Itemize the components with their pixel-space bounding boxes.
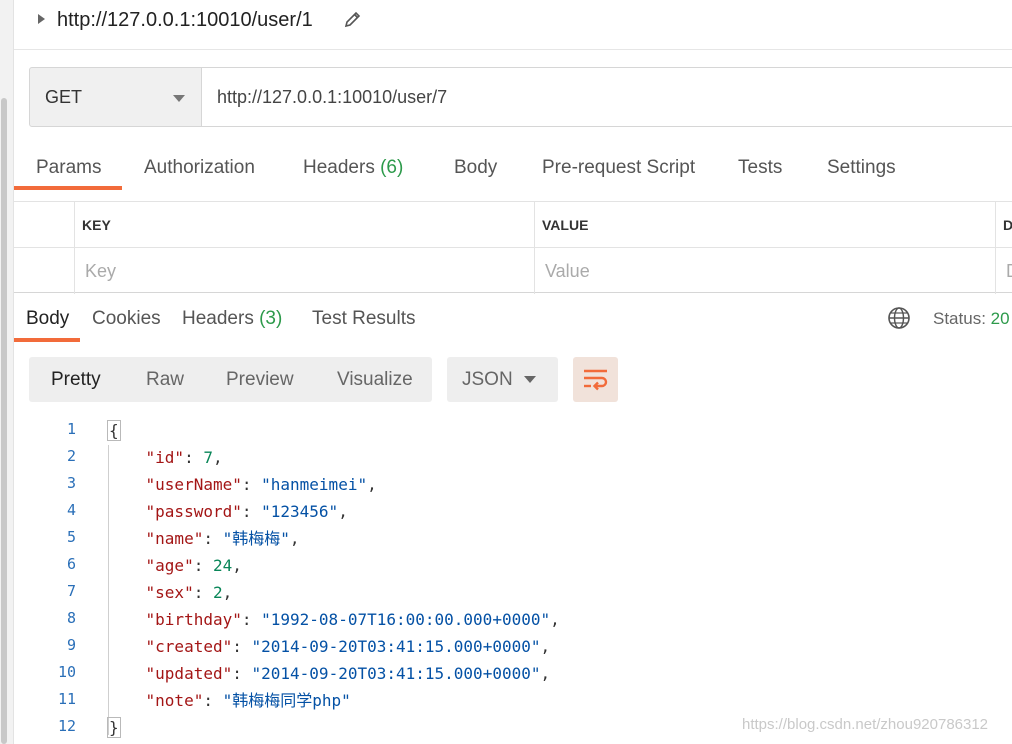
format-select[interactable]: JSON xyxy=(447,357,558,402)
code-line: "sex": 2, xyxy=(145,583,233,602)
method-label: GET xyxy=(45,87,83,107)
url-bar: GET http://127.0.0.1:10010/user/7 xyxy=(29,67,1012,127)
chevron-down-icon xyxy=(173,95,185,102)
code-line: "userName": "hanmeimei", xyxy=(145,475,377,494)
url-value: http://127.0.0.1:10010/user/7 xyxy=(217,87,448,107)
line-number: 6 xyxy=(66,555,76,573)
view-raw-button[interactable]: Raw xyxy=(146,369,184,391)
key-input[interactable]: Key xyxy=(85,261,116,282)
line-number-gutter: 1 2 3 4 5 6 7 8 9 10 11 12 xyxy=(14,417,84,744)
column-divider xyxy=(74,202,75,294)
response-body-code[interactable]: 1 2 3 4 5 6 7 8 9 10 11 12 { "id": 7, "u… xyxy=(14,417,1012,744)
code-line: "name": "韩梅梅", xyxy=(145,529,300,548)
line-number: 11 xyxy=(57,690,76,708)
params-table-header xyxy=(14,202,1012,248)
tab-body[interactable]: Body xyxy=(454,157,497,179)
code-line: "id": 7, xyxy=(145,448,223,467)
wrap-lines-icon xyxy=(584,369,608,391)
format-label: JSON xyxy=(462,369,513,390)
line-number: 7 xyxy=(66,582,76,600)
tab-response-headers[interactable]: Headers (3) xyxy=(182,308,282,330)
request-title[interactable]: http://127.0.0.1:10010/user/1 xyxy=(57,9,313,32)
tab-response-body[interactable]: Body xyxy=(26,308,69,330)
url-input[interactable]: http://127.0.0.1:10010/user/7 xyxy=(201,67,1012,127)
left-scrollbar[interactable] xyxy=(1,98,7,744)
column-divider xyxy=(995,202,996,294)
value-input[interactable]: Value xyxy=(545,261,590,282)
tab-pre-request-script[interactable]: Pre-request Script xyxy=(542,157,695,179)
column-header-description: D xyxy=(1003,217,1012,233)
tab-settings[interactable]: Settings xyxy=(827,157,896,179)
left-sidebar-strip xyxy=(0,0,14,744)
code-line: { xyxy=(107,417,121,444)
line-number: 5 xyxy=(66,528,76,546)
active-tab-indicator xyxy=(14,186,122,190)
line-number: 4 xyxy=(66,501,76,519)
tab-params[interactable]: Params xyxy=(36,157,101,179)
tab-headers[interactable]: Headers (6) xyxy=(303,157,403,179)
active-response-tab-indicator xyxy=(14,338,80,342)
tab-tests[interactable]: Tests xyxy=(738,157,782,179)
headers-count: (6) xyxy=(380,157,404,178)
code-line: "updated": "2014-09-20T03:41:15.000+0000… xyxy=(145,664,551,683)
response-tabs: Body Cookies Headers (3) Test Results St… xyxy=(14,300,1012,344)
line-number: 9 xyxy=(66,636,76,654)
tab-authorization[interactable]: Authorization xyxy=(144,157,255,179)
response-headers-count: (3) xyxy=(259,308,283,329)
response-status: Status: 20 xyxy=(933,309,1010,328)
chevron-down-icon xyxy=(524,376,536,383)
line-number: 10 xyxy=(57,663,76,681)
line-number: 8 xyxy=(66,609,76,627)
code-line: } xyxy=(107,714,121,741)
view-mode-bar: Pretty Raw Preview Visualize xyxy=(29,357,432,402)
tab-cookies[interactable]: Cookies xyxy=(92,308,161,330)
request-tabs: Params Authorization Headers (6) Body Pr… xyxy=(14,148,1012,192)
code-line: "birthday": "1992-08-07T16:00:00.000+000… xyxy=(145,610,560,629)
code-content: { "id": 7, "userName": "hanmeimei", "pas… xyxy=(107,417,1007,744)
description-input[interactable]: D xyxy=(1006,261,1012,282)
line-number: 2 xyxy=(66,447,76,465)
tab-test-results[interactable]: Test Results xyxy=(312,308,415,330)
close-brace: } xyxy=(107,717,121,738)
column-divider xyxy=(534,202,535,294)
view-visualize-button[interactable]: Visualize xyxy=(337,369,413,391)
params-table: KEY VALUE D Key Value D xyxy=(14,201,1012,294)
code-line: "age": 24, xyxy=(145,556,242,575)
pencil-icon[interactable] xyxy=(344,10,362,28)
status-code: 20 xyxy=(990,309,1010,328)
column-header-value: VALUE xyxy=(542,217,589,233)
line-number: 12 xyxy=(57,717,76,735)
method-select[interactable]: GET xyxy=(29,67,202,127)
column-header-key: KEY xyxy=(82,217,111,233)
open-brace: { xyxy=(107,420,121,441)
globe-icon[interactable] xyxy=(887,306,911,330)
code-line: "created": "2014-09-20T03:41:15.000+0000… xyxy=(145,637,551,656)
view-pretty-button[interactable]: Pretty xyxy=(51,369,101,391)
request-title-row: http://127.0.0.1:10010/user/1 xyxy=(14,0,1012,50)
code-line: "password": "123456", xyxy=(145,502,348,521)
line-number: 1 xyxy=(66,420,76,438)
line-number: 3 xyxy=(66,474,76,492)
wrap-lines-button[interactable] xyxy=(573,357,618,402)
watermark: https://blog.csdn.net/zhou920786312 xyxy=(742,716,989,733)
expand-caret-icon[interactable] xyxy=(38,14,45,24)
view-preview-button[interactable]: Preview xyxy=(226,369,294,391)
code-line: "note": "韩梅梅同学php" xyxy=(145,691,351,710)
